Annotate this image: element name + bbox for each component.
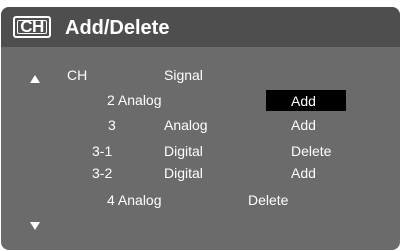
row-5-action[interactable]: Delete [248, 191, 288, 209]
row-1-action-selected[interactable]: Add [266, 90, 346, 111]
row-2-channel[interactable]: 3 [108, 116, 116, 134]
menu-header: CH Add/Delete [1, 7, 400, 47]
row-2-action[interactable]: Add [291, 116, 316, 134]
row-4-channel[interactable]: 3-2 [92, 164, 112, 182]
row-4-signal[interactable]: Digital [164, 164, 203, 182]
column-header-ch: CH [67, 67, 88, 83]
row-4-action[interactable]: Add [291, 164, 316, 182]
scroll-up-icon[interactable] [30, 75, 40, 83]
row-3-channel[interactable]: 3-1 [92, 142, 112, 160]
column-header-signal: Signal [164, 67, 203, 83]
menu-title: Add/Delete [65, 17, 170, 39]
row-2-signal[interactable]: Analog [164, 116, 208, 134]
channel-badge-icon: CH [13, 16, 51, 38]
row-3-action[interactable]: Delete [291, 142, 331, 160]
channel-badge-label: CH [20, 17, 44, 36]
row-1-channel-signal[interactable]: 2 Analog [107, 91, 162, 109]
tv-menu-screen: CH Add/Delete CH Signal 2 Analog Add 3 A… [1, 7, 400, 250]
row-5-channel-signal[interactable]: 4 Analog [107, 191, 162, 209]
row-3-signal[interactable]: Digital [164, 142, 203, 160]
scroll-down-icon[interactable] [30, 222, 40, 230]
row-1-action[interactable]: Add [291, 92, 316, 110]
